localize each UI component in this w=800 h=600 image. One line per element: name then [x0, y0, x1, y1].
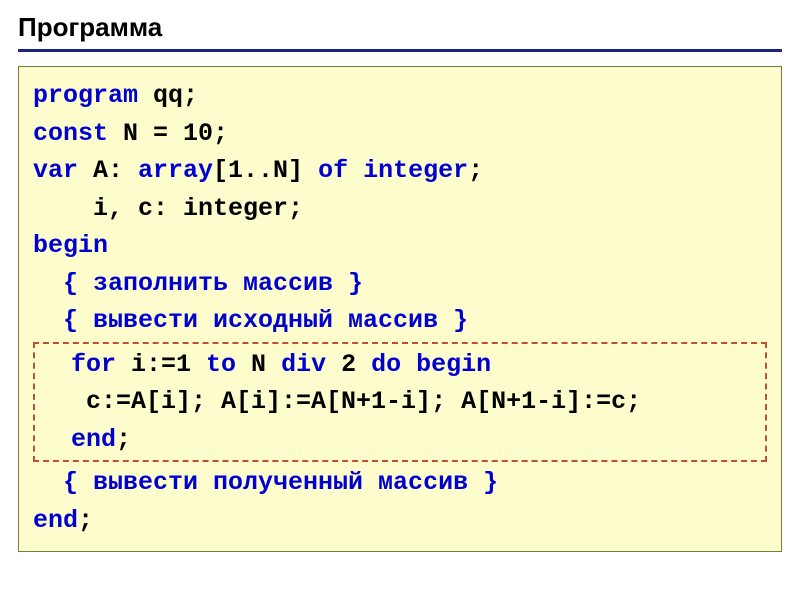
code-text: ;: [116, 425, 131, 454]
code-line: i, c: integer;: [33, 190, 767, 228]
page-title: Программа: [18, 12, 782, 52]
keyword: array: [138, 156, 213, 185]
code-line: program qq;: [33, 77, 767, 115]
code-text: qq;: [138, 81, 198, 110]
keyword: const: [33, 119, 108, 148]
code-text: [1..N]: [213, 156, 318, 185]
highlighted-code-block: for i:=1 to N div 2 do begin c:=A[i]; A[…: [33, 342, 767, 463]
code-block: program qq; const N = 10; var A: array[1…: [18, 66, 782, 552]
code-text: N = 10;: [108, 119, 228, 148]
code-comment: { вывести полученный массив }: [33, 464, 767, 502]
keyword: of integer: [318, 156, 468, 185]
keyword: program: [33, 81, 138, 110]
keyword: var: [33, 156, 78, 185]
keyword: div: [281, 350, 326, 379]
code-text: ;: [468, 156, 483, 185]
code-line: for i:=1 to N div 2 do begin: [41, 346, 759, 384]
code-comment: { вывести исходный массив }: [33, 302, 767, 340]
keyword: to: [206, 350, 236, 379]
code-line: const N = 10;: [33, 115, 767, 153]
code-text: N: [236, 350, 281, 379]
code-line: end;: [33, 502, 767, 540]
code-comment: { заполнить массив }: [33, 265, 767, 303]
keyword: do begin: [371, 350, 491, 379]
keyword: end: [33, 506, 78, 535]
keyword: end: [41, 425, 116, 454]
code-text: 2: [326, 350, 371, 379]
code-line: var A: array[1..N] of integer;: [33, 152, 767, 190]
code-line: c:=A[i]; A[i]:=A[N+1-i]; A[N+1-i]:=c;: [41, 383, 759, 421]
keyword: for: [41, 350, 116, 379]
code-text: i:=1: [116, 350, 206, 379]
code-text: A:: [78, 156, 138, 185]
code-line: begin: [33, 227, 767, 265]
code-text: ;: [78, 506, 93, 535]
code-line: end;: [41, 421, 759, 459]
